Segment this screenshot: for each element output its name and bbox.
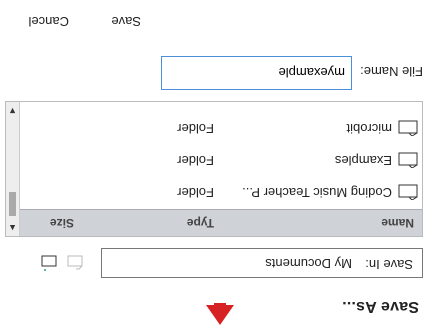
cancel-button[interactable]: Cancel (29, 14, 69, 29)
column-size[interactable]: Size (50, 216, 74, 230)
column-type[interactable]: Type (187, 216, 214, 230)
dialog-title: Save As... (341, 298, 419, 315)
file-list: Name Type Size Coding Music Teacher P...… (5, 101, 423, 237)
item-name: microbit (346, 121, 392, 136)
list-header: Name Type Size (18, 209, 422, 236)
item-type: Folder (177, 185, 214, 200)
column-name[interactable]: Name (381, 216, 414, 230)
filename-field[interactable] (161, 56, 352, 90)
filename-input[interactable] (163, 57, 347, 89)
folder-icon (398, 184, 418, 200)
scroll-down-icon[interactable]: ▼ (8, 106, 17, 116)
save-button[interactable]: Save (111, 14, 141, 29)
item-name: Coding Music Teacher P... (242, 185, 392, 200)
filename-label: File Name: (360, 64, 423, 79)
folder-icon (398, 120, 418, 136)
scroll-thumb[interactable] (9, 192, 16, 216)
scroll-up-icon[interactable]: ▲ (8, 223, 17, 233)
new-folder-icon[interactable] (39, 251, 59, 271)
save-as-dialog: Save As... My Documents Save In: Name Ty… (0, 0, 431, 325)
save-in-value: My Documents (265, 256, 352, 271)
item-type: Folder (177, 121, 214, 136)
list-item[interactable]: microbit Folder (18, 112, 422, 144)
arrow-pointer-icon (206, 303, 234, 325)
folder-icon (398, 152, 418, 168)
new-folder-disabled-icon (67, 255, 83, 270)
scrollbar[interactable]: ▲ ▼ (6, 102, 20, 236)
item-type: Folder (177, 153, 214, 168)
list-item[interactable]: Examples Folder (18, 144, 422, 176)
list-item[interactable]: Coding Music Teacher P... Folder (18, 176, 422, 208)
item-name: Examples (334, 153, 392, 168)
save-in-label: Save In: (365, 257, 413, 272)
